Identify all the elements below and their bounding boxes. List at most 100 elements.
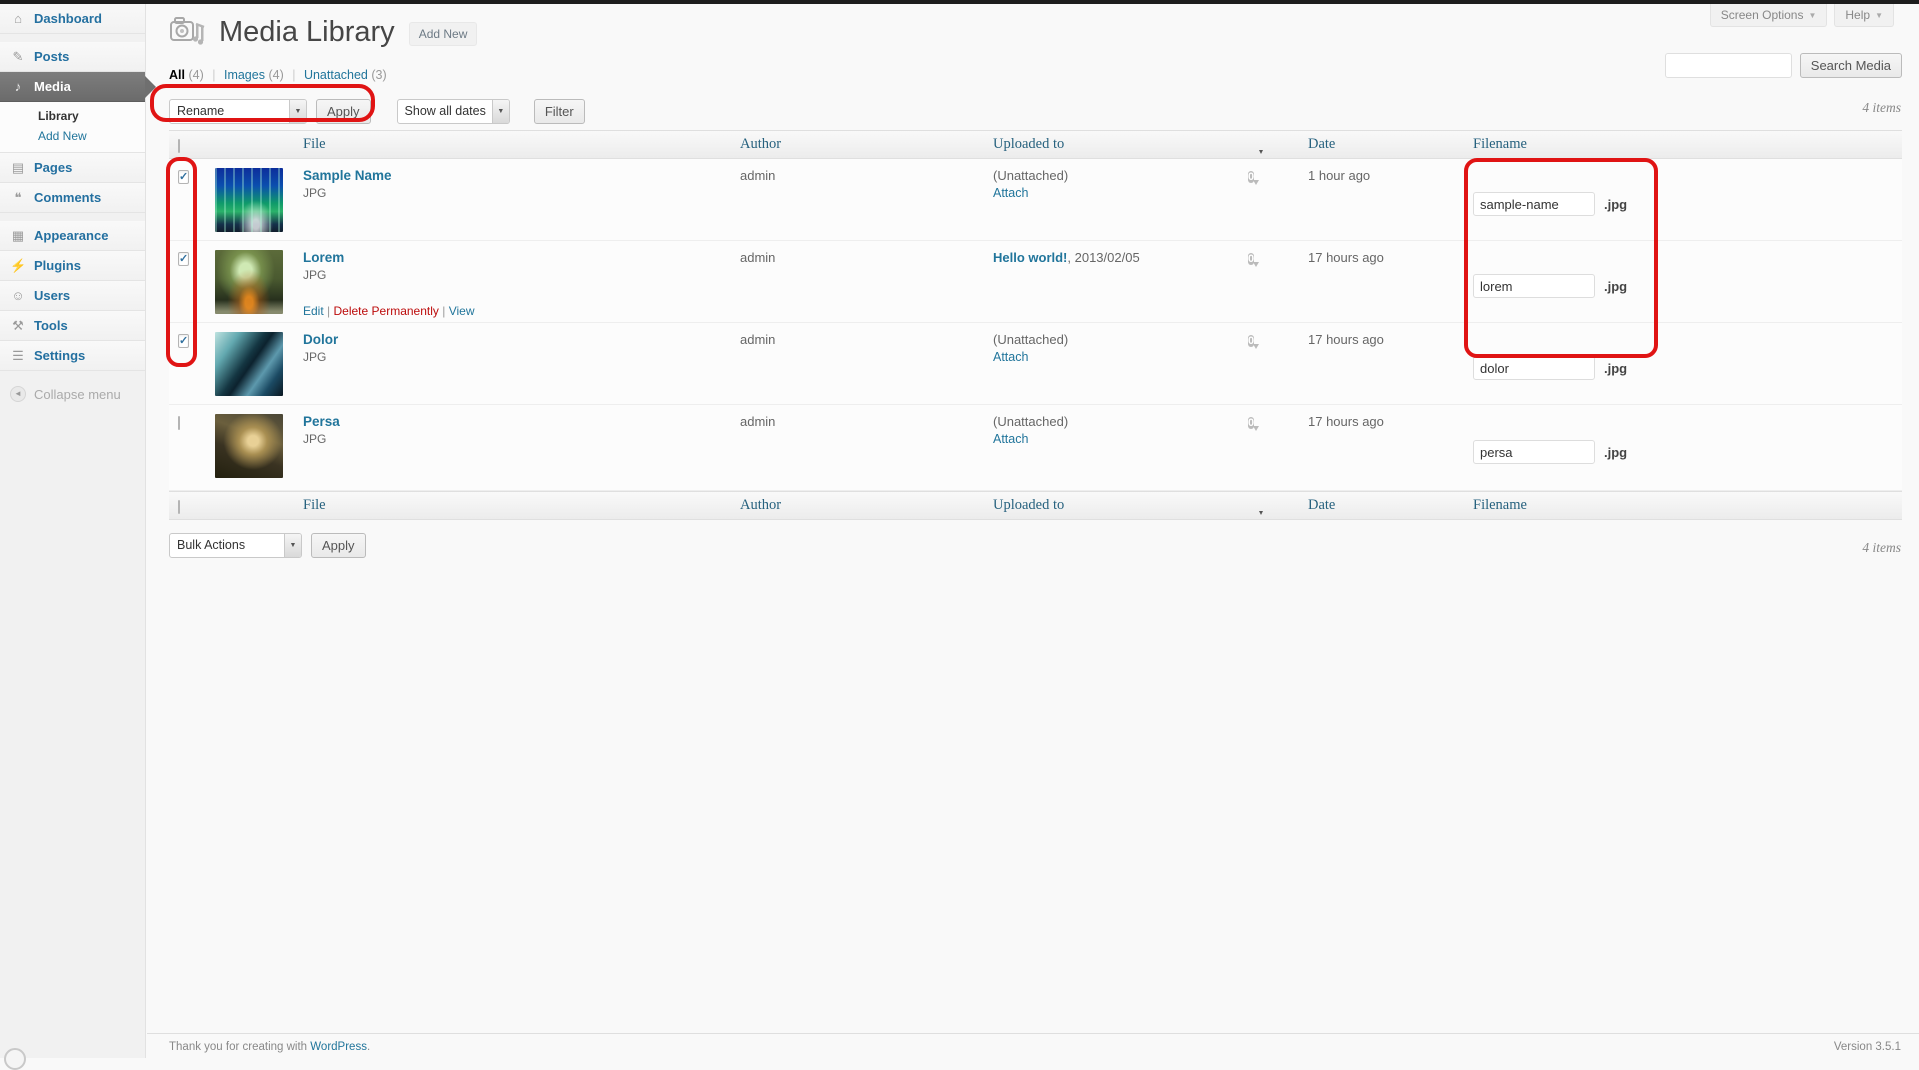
filter-separator: | bbox=[212, 68, 216, 82]
wordpress-link[interactable]: WordPress bbox=[310, 1041, 367, 1053]
column-header-author[interactable]: Author bbox=[734, 136, 987, 153]
table-row-dolor: ✓ Dolor JPG admin (Unattached) Attach 0 … bbox=[169, 323, 1902, 405]
sidebar-item-media[interactable]: ♪ Media bbox=[0, 72, 156, 102]
filename-input[interactable] bbox=[1473, 440, 1595, 464]
sidebar-item-pages[interactable]: ▤ Pages bbox=[0, 153, 145, 183]
media-title-link[interactable]: Dolor bbox=[303, 332, 338, 347]
sidebar-item-dashboard[interactable]: ⌂ Dashboard bbox=[0, 4, 145, 34]
row-checkbox[interactable] bbox=[178, 416, 180, 430]
media-library-icon bbox=[170, 17, 205, 45]
add-new-button[interactable]: Add New bbox=[408, 22, 478, 46]
sidebar-item-appearance[interactable]: ▦ Appearance bbox=[0, 221, 145, 251]
file-extension-label: .jpg bbox=[1604, 360, 1628, 376]
attach-link[interactable]: Attach bbox=[993, 350, 1236, 364]
media-thumbnail[interactable] bbox=[215, 414, 283, 478]
footer-thanks-text: Thank you for creating with bbox=[169, 1041, 308, 1053]
select-all-checkbox-top[interactable] bbox=[178, 138, 180, 153]
row-checkbox[interactable]: ✓ bbox=[178, 170, 190, 184]
plugins-icon: ⚡ bbox=[10, 257, 27, 273]
collapse-arrow-icon: ◄ bbox=[10, 386, 26, 402]
search-media-input[interactable] bbox=[1664, 53, 1792, 78]
comment-count-bubble[interactable]: 0 bbox=[1248, 253, 1255, 265]
uploaded-to-post-link[interactable]: Hello world! bbox=[993, 250, 1067, 265]
apply-button-bottom[interactable]: Apply bbox=[311, 533, 366, 558]
column-footer-uploaded-to[interactable]: Uploaded to bbox=[987, 497, 1242, 514]
filter-by-date-select[interactable]: Show all dates ▼ bbox=[396, 99, 510, 124]
view-link[interactable]: View bbox=[449, 304, 475, 318]
screen-options-tab[interactable]: Screen Options ▼ bbox=[1709, 4, 1828, 27]
help-tab[interactable]: Help ▼ bbox=[1834, 4, 1894, 27]
comment-count-bubble[interactable]: 0 bbox=[1248, 417, 1255, 429]
column-header-uploaded-to[interactable]: Uploaded to bbox=[987, 136, 1242, 153]
footer-period: . bbox=[366, 1041, 371, 1053]
sidebar-item-plugins[interactable]: ⚡ Plugins bbox=[0, 251, 145, 281]
filename-input[interactable] bbox=[1473, 274, 1595, 298]
submenu-item-library[interactable]: Library bbox=[0, 106, 145, 126]
version-label: Version 3.5.1 bbox=[1833, 1041, 1901, 1053]
sidebar-item-comments[interactable]: ❝ Comments bbox=[0, 183, 145, 213]
file-extension-label: .jpg bbox=[1604, 278, 1628, 294]
filename-input[interactable] bbox=[1473, 192, 1595, 216]
attach-link[interactable]: Attach bbox=[993, 432, 1236, 446]
attach-link[interactable]: Attach bbox=[993, 186, 1236, 200]
filter-all-count: (4) bbox=[188, 68, 204, 82]
bulk-action-select[interactable]: Rename ▼ bbox=[169, 99, 307, 124]
sidebar-item-label: Media bbox=[34, 79, 71, 94]
comment-count-bubble[interactable]: 0 bbox=[1248, 335, 1255, 347]
sidebar-item-settings[interactable]: ☰ Settings bbox=[0, 341, 145, 371]
filter-all-link[interactable]: All bbox=[169, 68, 185, 82]
author-cell[interactable]: admin bbox=[734, 159, 987, 240]
filter-images-link[interactable]: Images bbox=[224, 68, 265, 82]
submenu-item-add-new[interactable]: Add New bbox=[0, 126, 145, 146]
comment-count-bubble[interactable]: 0 bbox=[1248, 171, 1255, 183]
column-footer-filename[interactable]: Filename bbox=[1467, 497, 1902, 514]
media-thumbnail[interactable] bbox=[215, 332, 283, 396]
sidebar-item-label: Dashboard bbox=[34, 11, 102, 26]
chevron-down-icon: ▼ bbox=[1875, 10, 1883, 20]
posts-icon: ✎ bbox=[12, 48, 24, 64]
media-thumbnail[interactable] bbox=[215, 250, 283, 314]
row-checkbox[interactable]: ✓ bbox=[178, 334, 190, 348]
filter-button[interactable]: Filter bbox=[533, 99, 585, 124]
column-header-date[interactable]: Date bbox=[1302, 136, 1467, 153]
main-content: Screen Options ▼ Help ▼ Media Library Ad… bbox=[147, 4, 1919, 1058]
table-header-row: File Author Uploaded to Date Filename bbox=[169, 130, 1902, 159]
sidebar-item-users[interactable]: ☺ Users bbox=[0, 281, 145, 311]
author-cell[interactable]: admin bbox=[734, 323, 987, 404]
date-cell: 17 hours ago bbox=[1308, 414, 1384, 429]
sidebar-item-label: Settings bbox=[34, 348, 86, 363]
column-header-filename[interactable]: Filename bbox=[1467, 136, 1902, 153]
column-footer-date[interactable]: Date bbox=[1302, 497, 1467, 514]
edit-link[interactable]: Edit bbox=[303, 304, 324, 318]
author-cell[interactable]: admin bbox=[734, 241, 987, 322]
column-header-file[interactable]: File bbox=[297, 136, 734, 153]
sidebar-item-posts[interactable]: ✎ Posts bbox=[0, 42, 145, 72]
settings-icon: ☰ bbox=[12, 347, 24, 363]
apply-button-top[interactable]: Apply bbox=[316, 99, 371, 124]
table-row-persa: Persa JPG admin (Unattached) Attach 0 17… bbox=[169, 405, 1902, 491]
filter-unattached-link[interactable]: Unattached bbox=[304, 68, 368, 82]
column-footer-author[interactable]: Author bbox=[734, 497, 987, 514]
select-all-checkbox-bottom[interactable] bbox=[178, 499, 180, 514]
row-checkbox[interactable]: ✓ bbox=[178, 252, 190, 266]
sidebar-item-label: Posts bbox=[34, 49, 70, 64]
bulk-action-select-bottom[interactable]: Bulk Actions ▼ bbox=[169, 533, 302, 558]
dashboard-icon: ⌂ bbox=[14, 11, 22, 26]
sidebar-item-tools[interactable]: ⚒ Tools bbox=[0, 311, 145, 341]
filename-input[interactable] bbox=[1473, 356, 1595, 380]
author-cell[interactable]: admin bbox=[734, 405, 987, 490]
media-title-link[interactable]: Persa bbox=[303, 414, 340, 429]
media-thumbnail[interactable] bbox=[215, 168, 283, 232]
chevron-down-icon: ▼ bbox=[1808, 10, 1817, 20]
delete-permanently-link[interactable]: Delete Permanently bbox=[334, 304, 439, 318]
media-title-link[interactable]: Sample Name bbox=[303, 168, 392, 183]
collapse-menu-button[interactable]: ◄ Collapse menu bbox=[0, 379, 145, 409]
tools-icon: ⚒ bbox=[12, 317, 24, 333]
media-title-link[interactable]: Lorem bbox=[303, 250, 344, 265]
column-footer-file[interactable]: File bbox=[297, 497, 734, 514]
sidebar-item-label: Appearance bbox=[34, 228, 109, 243]
search-media-button[interactable]: Search Media bbox=[1799, 53, 1902, 78]
date-cell: 17 hours ago bbox=[1308, 250, 1384, 265]
media-submenu: Library Add New bbox=[0, 102, 145, 153]
sidebar-item-label: Users bbox=[34, 288, 71, 303]
